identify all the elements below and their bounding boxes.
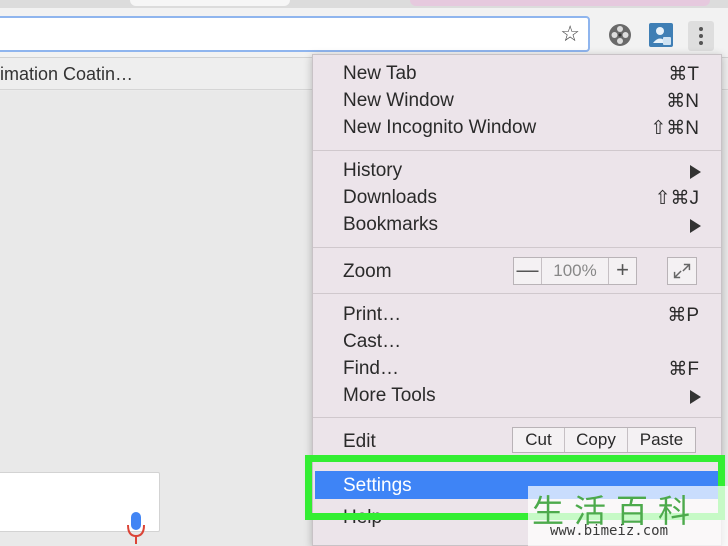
watermark-url: www.bimeiz.com — [550, 523, 669, 539]
menu-item-new-window[interactable]: New Window ⌘N — [313, 88, 721, 114]
shortcut-text: ⌘F — [668, 359, 699, 380]
menu-separator — [313, 247, 721, 248]
menu-item-new-tab[interactable]: New Tab ⌘T — [313, 61, 721, 87]
menu-item-label: Print… — [343, 304, 402, 325]
profile-icon[interactable] — [648, 22, 674, 48]
menu-item-label: Cast… — [343, 331, 402, 352]
menu-item-label: Find… — [343, 358, 399, 379]
cut-button[interactable]: Cut — [513, 428, 565, 452]
submenu-arrow-icon — [690, 165, 701, 179]
menu-item-label: Bookmarks — [343, 214, 439, 235]
menu-item-print[interactable]: Print… ⌘P — [313, 302, 721, 328]
menu-separator — [313, 293, 721, 294]
menu-item-more-tools[interactable]: More Tools — [313, 383, 721, 409]
menu-item-edit: Edit Cut Copy Paste — [313, 427, 721, 455]
menu-item-history[interactable]: History — [313, 158, 721, 184]
zoom-control: — 100% + — [513, 257, 637, 285]
zoom-level: 100% — [553, 261, 597, 280]
menu-item-bookmarks[interactable]: Bookmarks — [313, 212, 721, 238]
menu-item-label: New Window — [343, 90, 454, 111]
shortcut-text: ⇧⌘N — [650, 118, 699, 139]
menu-item-find[interactable]: Find… ⌘F — [313, 356, 721, 382]
menu-item-new-incognito-window[interactable]: New Incognito Window ⇧⌘N — [313, 115, 721, 141]
menu-item-label: More Tools — [343, 385, 436, 406]
tab-strip — [0, 0, 728, 8]
shortcut-text: ⌘T — [668, 64, 699, 85]
menu-item-downloads[interactable]: Downloads ⇧⌘J — [313, 185, 721, 211]
address-bar[interactable]: ☆ — [0, 16, 590, 52]
menu-item-cast[interactable]: Cast… — [313, 329, 721, 355]
copy-button[interactable]: Copy — [565, 428, 628, 452]
browser-tab[interactable] — [410, 0, 710, 6]
menu-item-label: New Tab — [343, 63, 417, 84]
menu-item-label: Downloads — [343, 187, 437, 208]
film-reel-icon[interactable] — [607, 22, 633, 48]
menu-separator — [313, 417, 721, 418]
browser-tab[interactable] — [130, 0, 290, 6]
zoom-out-button[interactable]: — — [514, 258, 542, 284]
menu-item-label: New Incognito Window — [343, 117, 537, 138]
star-icon[interactable]: ☆ — [560, 21, 580, 47]
paste-button[interactable]: Paste — [628, 428, 695, 452]
menu-dots-icon[interactable] — [688, 21, 714, 51]
edit-button-group: Cut Copy Paste — [512, 427, 696, 453]
shortcut-text: ⇧⌘J — [654, 188, 699, 209]
menu-item-label: Edit — [343, 431, 376, 452]
menu-item-label: History — [343, 160, 403, 181]
browser-toolbar: ☆ — [0, 8, 728, 58]
menu-item-label: Zoom — [343, 261, 392, 282]
bookmark-item[interactable]: imation Coatin… — [0, 64, 133, 85]
submenu-arrow-icon — [690, 219, 701, 233]
microphone-icon[interactable] — [126, 510, 146, 546]
menu-separator — [313, 150, 721, 151]
shortcut-text: ⌘N — [666, 91, 699, 112]
menu-item-zoom: Zoom — 100% + — [313, 257, 721, 285]
shortcut-text: ⌘P — [667, 305, 699, 326]
zoom-in-button[interactable]: + — [608, 258, 636, 284]
fullscreen-icon[interactable] — [667, 257, 697, 285]
watermark: 生活百科 www.bimeiz.com — [528, 486, 728, 546]
submenu-arrow-icon — [690, 390, 701, 404]
